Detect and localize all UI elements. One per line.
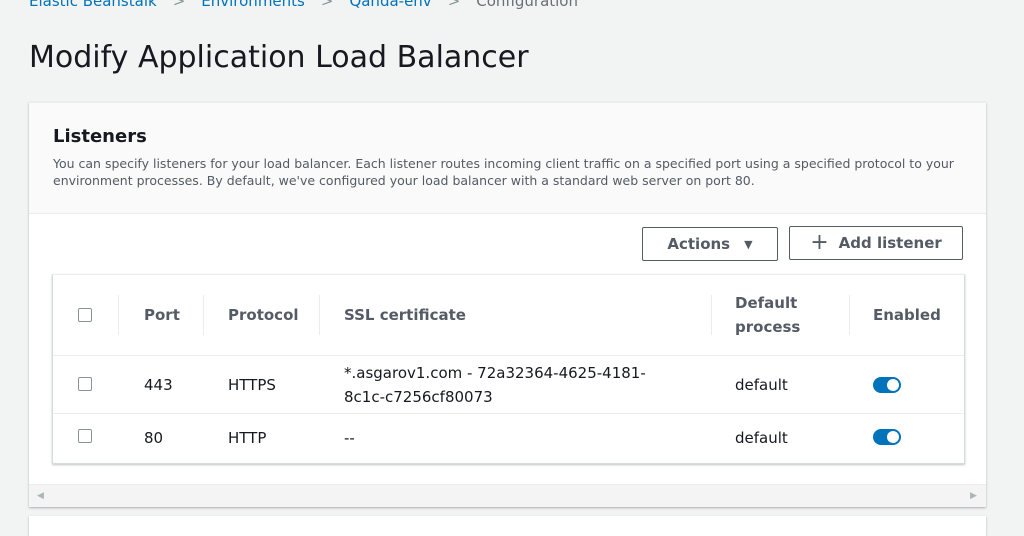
enabled-toggle[interactable] xyxy=(873,429,901,445)
breadcrumb-separator-icon: > xyxy=(320,0,334,10)
breadcrumb-elastic-beanstalk[interactable]: Elastic Beanstalk xyxy=(29,0,157,10)
horizontal-scrollbar[interactable]: ◀ ▶ xyxy=(29,484,986,507)
enabled-toggle[interactable] xyxy=(873,377,901,393)
column-header-default-process-line2: process xyxy=(735,318,801,336)
listeners-panel-header: Listeners You can specify listeners for … xyxy=(29,103,986,214)
listener-default-process: default xyxy=(735,376,788,394)
column-header-ssl-certificate[interactable]: SSL certificate xyxy=(344,303,466,327)
listener-ssl-certificate-line1: *.asgarov1.com - 72a32364-4625-4181- xyxy=(344,364,646,382)
listeners-table: Port Protocol SSL certificate Default pr… xyxy=(52,274,965,464)
column-header-default-process[interactable]: Default process xyxy=(735,291,800,339)
actions-button-label: Actions xyxy=(667,235,731,253)
breadcrumb: Elastic Beanstalk > Environments > Qanda… xyxy=(29,0,578,11)
listener-protocol: HTTPS xyxy=(228,376,276,394)
column-header-port[interactable]: Port xyxy=(144,303,180,327)
listeners-panel: Listeners You can specify listeners for … xyxy=(29,102,986,507)
column-header-default-process-line1: Default xyxy=(735,294,798,312)
breadcrumb-environments[interactable]: Environments xyxy=(201,0,305,10)
listeners-description: You can specify listeners for your load … xyxy=(53,156,954,188)
select-all-checkbox[interactable] xyxy=(78,308,92,322)
breadcrumb-configuration: Configuration xyxy=(476,0,578,10)
scroll-right-icon[interactable]: ▶ xyxy=(970,491,977,501)
column-header-protocol[interactable]: Protocol xyxy=(228,303,299,327)
actions-button[interactable]: Actions ▼ xyxy=(642,227,778,261)
listener-ssl-certificate: -- xyxy=(344,429,355,447)
column-divider xyxy=(118,295,119,335)
listener-ssl-certificate-line2: 8c1c-c7256cf80073 xyxy=(344,388,493,406)
row-checkbox[interactable] xyxy=(78,377,92,391)
breadcrumb-separator-icon: > xyxy=(447,0,461,10)
listener-port: 80 xyxy=(144,429,164,447)
table-row: 80 HTTP -- default xyxy=(53,414,964,462)
listeners-title: Listeners xyxy=(53,126,147,147)
column-header-enabled[interactable]: Enabled xyxy=(873,303,941,327)
add-listener-button[interactable]: + Add listener xyxy=(789,226,963,260)
caret-down-icon: ▼ xyxy=(744,237,753,251)
page-title: Modify Application Load Balancer xyxy=(29,40,529,75)
plus-icon: + xyxy=(810,230,829,255)
listener-ssl-certificate: *.asgarov1.com - 72a32364-4625-4181- 8c1… xyxy=(344,361,646,409)
add-listener-label: Add listener xyxy=(838,234,942,252)
next-panel xyxy=(29,516,986,536)
listener-port: 443 xyxy=(144,376,173,394)
breadcrumb-qanda-env[interactable]: Qanda-env xyxy=(349,0,431,10)
listener-default-process: default xyxy=(735,429,788,447)
breadcrumb-separator-icon: > xyxy=(172,0,186,10)
column-divider xyxy=(711,295,712,335)
column-divider xyxy=(849,295,850,335)
listener-protocol: HTTP xyxy=(228,429,267,447)
table-header: Port Protocol SSL certificate Default pr… xyxy=(53,275,964,356)
table-row: 443 HTTPS *.asgarov1.com - 72a32364-4625… xyxy=(53,356,964,414)
column-divider xyxy=(319,295,320,335)
scroll-left-icon[interactable]: ◀ xyxy=(37,491,44,501)
column-divider xyxy=(203,295,204,335)
row-checkbox[interactable] xyxy=(78,429,92,443)
